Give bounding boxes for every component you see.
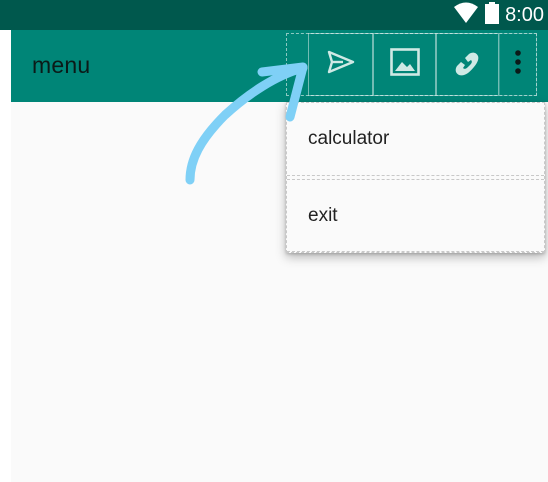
overflow-menu-button[interactable] xyxy=(499,33,537,96)
status-time: 8:00 xyxy=(505,4,544,26)
image-action-button[interactable] xyxy=(373,33,436,96)
menu-item-exit[interactable]: exit xyxy=(287,179,544,252)
status-bar: 8:00 xyxy=(0,0,548,30)
menu-item-label: exit xyxy=(308,204,338,226)
menu-item-label: calculator xyxy=(308,128,390,149)
menu-item-calculator[interactable]: calculator xyxy=(287,103,544,176)
send-action-button[interactable] xyxy=(308,33,373,96)
more-vert-icon xyxy=(514,49,522,80)
battery-icon xyxy=(485,1,500,29)
image-icon xyxy=(389,48,420,81)
wifi-icon xyxy=(453,2,479,29)
phone-icon xyxy=(453,47,483,82)
send-icon xyxy=(327,50,355,79)
status-icons: 8:00 xyxy=(453,1,544,29)
phone-action-button[interactable] xyxy=(436,33,499,96)
app-bar: menu xyxy=(11,30,548,102)
overflow-menu: calculator exit xyxy=(286,102,545,253)
left-edge xyxy=(0,30,11,482)
app-title: menu xyxy=(32,52,91,78)
